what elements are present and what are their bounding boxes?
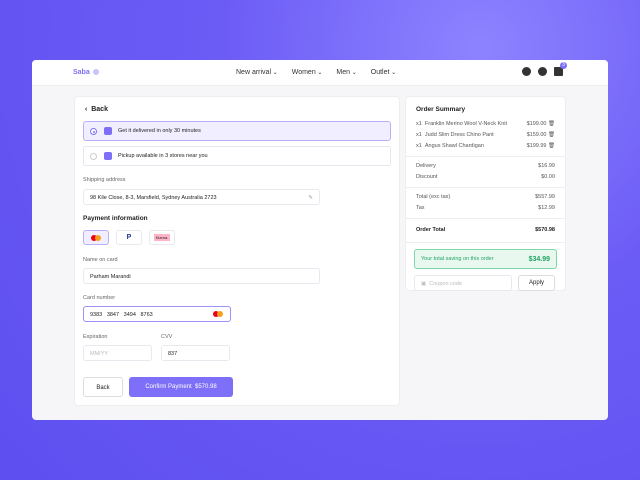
coupon-input[interactable]: ▣ Coupon code: [414, 275, 512, 291]
coupon-icon: ▣: [421, 281, 427, 287]
order-total-value: $570.98: [535, 227, 555, 233]
pickup-option-label: Pickup available in 3 stores near you: [118, 153, 208, 159]
saving-banner: Your total saving on this order $34.99: [414, 249, 557, 269]
item-qty: x1: [416, 143, 422, 149]
edit-icon[interactable]: ✎: [308, 195, 313, 201]
order-summary: Order Summary x1 Franklin Merino Wool V-…: [406, 97, 565, 291]
logo-dot-icon: [92, 69, 99, 75]
delivery-label: Delivery: [416, 163, 436, 169]
search-icon[interactable]: [522, 67, 531, 76]
trash-icon[interactable]: 🗑: [548, 121, 555, 127]
mastercard-icon: [213, 311, 223, 317]
cart-icon[interactable]: 3: [554, 62, 567, 76]
order-total-label: Order Total: [416, 227, 446, 233]
shipping-label: Shipping address: [83, 177, 126, 183]
logo[interactable]: Saba: [73, 69, 99, 76]
cart-badge: 3: [560, 62, 567, 69]
trash-icon[interactable]: 🗑: [548, 143, 555, 149]
method-mastercard[interactable]: [83, 230, 109, 245]
payment-title: Payment information: [83, 215, 148, 222]
list-item: x1 Franklin Merino Wool V-Neck Knit $199.…: [406, 119, 565, 130]
item-price: $199.00: [526, 121, 547, 127]
list-item: x1 Judd Slim Dress Chino Pant $159.00 🗑: [406, 130, 565, 141]
shipping-address-input[interactable]: 98 Kile Close, 8-3, Marsfield, Sydney Au…: [83, 189, 320, 205]
delivery-option-label: Get it delivered in only 30 minutes: [118, 128, 201, 134]
tax-label: Tax: [416, 205, 425, 211]
radio-unselected[interactable]: [90, 153, 97, 160]
tax-value: $12.99: [538, 205, 555, 211]
trash-icon[interactable]: 🗑: [548, 132, 555, 138]
mastercard-icon: [91, 234, 101, 241]
truck-icon: [104, 127, 112, 135]
checkout-form: ‹ Back Get it delivered in only 30 minut…: [75, 97, 399, 405]
name-input[interactable]: Parham Marandi: [83, 268, 320, 284]
name-label: Name on card: [83, 257, 118, 263]
method-klarna[interactable]: Klarna.: [149, 230, 175, 245]
method-paypal[interactable]: P: [116, 230, 142, 245]
card-label: Card number: [83, 295, 116, 301]
item-price: $199.99: [526, 143, 547, 149]
radio-selected[interactable]: [90, 128, 97, 135]
discount-value: $0.00: [541, 174, 555, 180]
app-window: Saba New arrival Women Men Outlet 3 ‹ Ba…: [32, 60, 608, 420]
nav-men[interactable]: Men: [336, 69, 356, 76]
saving-label: Your total saving on this order: [421, 256, 494, 262]
item-list: x1 Franklin Merino Wool V-Neck Knit $199.…: [406, 119, 565, 152]
card-number-input[interactable]: 9383 3847 3494 8763: [83, 306, 231, 322]
bag-icon: [104, 152, 112, 160]
heart-icon[interactable]: [538, 67, 547, 76]
back-button[interactable]: Back: [83, 377, 123, 397]
apply-button[interactable]: Apply: [518, 275, 555, 291]
confirm-payment-button[interactable]: Confirm Payment $570.98: [129, 377, 233, 397]
cvv-value: 837: [168, 351, 178, 357]
shipping-value: 98 Kile Close, 8-3, Marsfield, Sydney Au…: [90, 195, 217, 201]
back-link[interactable]: ‹ Back: [85, 106, 108, 113]
summary-title: Order Summary: [416, 106, 466, 113]
item-qty: x1: [416, 132, 422, 138]
nav-outlet[interactable]: Outlet: [371, 69, 396, 76]
expiration-label: Expiration: [83, 334, 108, 340]
nav-new-arrival[interactable]: New arrival: [236, 69, 278, 76]
logo-text: Saba: [73, 69, 90, 76]
card-value: 9383 3847 3494 8763: [90, 312, 153, 318]
paypal-icon: P: [126, 234, 132, 241]
list-item: x1 Angus Shawl Chardigan $199.99 🗑: [406, 141, 565, 152]
item-name: Judd Slim Dress Chino Pant: [424, 132, 494, 138]
saving-value: $34.99: [528, 255, 550, 263]
item-qty: x1: [416, 121, 422, 127]
subtotal-value: $557.99: [535, 194, 555, 200]
nav-women[interactable]: Women: [292, 69, 323, 76]
item-name: Angus Shawl Chardigan: [424, 143, 484, 149]
item-name: Franklin Merino Wool V-Neck Knit: [424, 121, 507, 127]
discount-label: Discount: [416, 174, 438, 180]
klarna-icon: Klarna.: [153, 234, 171, 241]
back-label: Back: [91, 106, 108, 113]
delivery-value: $16.99: [538, 163, 555, 169]
cvv-label: CVV: [161, 334, 173, 340]
name-value: Parham Marandi: [90, 274, 131, 280]
delivery-option[interactable]: Get it delivered in only 30 minutes: [83, 121, 391, 141]
coupon-placeholder: Coupon code: [429, 281, 462, 287]
subtotal-label: Total (exc tax): [416, 194, 451, 200]
item-price: $159.00: [526, 132, 547, 138]
expiration-input[interactable]: MM/YY: [83, 345, 152, 361]
expiration-placeholder: MM/YY: [90, 351, 109, 357]
top-nav: Saba New arrival Women Men Outlet 3: [32, 60, 608, 86]
cvv-input[interactable]: 837: [161, 345, 230, 361]
pickup-option[interactable]: Pickup available in 3 stores near you: [83, 146, 391, 166]
